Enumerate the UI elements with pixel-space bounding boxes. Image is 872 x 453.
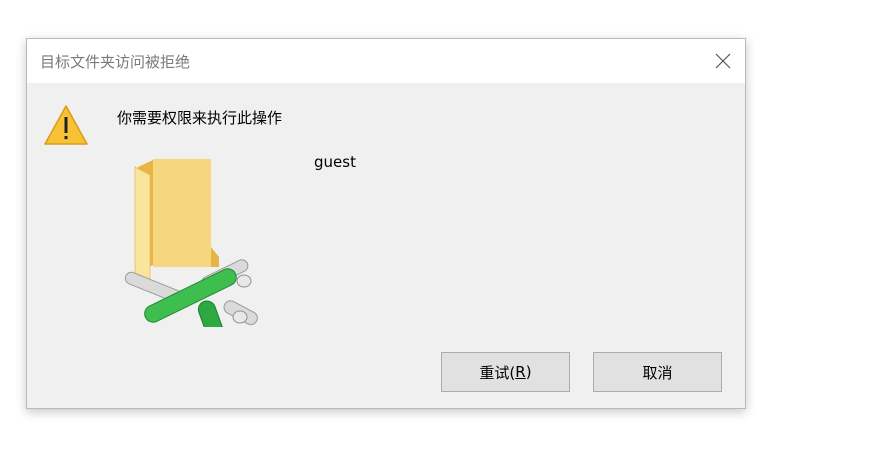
user-name: guest xyxy=(314,153,356,171)
retry-button[interactable]: 重试(R) xyxy=(441,352,570,392)
title-bar: 目标文件夹访问被拒绝 xyxy=(27,39,745,83)
retry-label: 重试( xyxy=(479,363,516,382)
network-folder-icon xyxy=(124,159,258,327)
access-denied-dialog: 目标文件夹访问被拒绝 你需要权限来执行此操作 guest 重试(R) 取消 xyxy=(26,38,746,409)
close-icon xyxy=(715,53,731,69)
close-button[interactable] xyxy=(701,39,745,83)
warning-icon xyxy=(44,105,88,145)
cancel-button[interactable]: 取消 xyxy=(593,352,722,392)
cancel-label: 取消 xyxy=(642,363,673,382)
dialog-title: 目标文件夹访问被拒绝 xyxy=(40,53,191,71)
retry-label-suffix: ) xyxy=(525,363,532,381)
retry-mnemonic: R xyxy=(515,363,526,381)
message-text: 你需要权限来执行此操作 xyxy=(117,109,283,127)
